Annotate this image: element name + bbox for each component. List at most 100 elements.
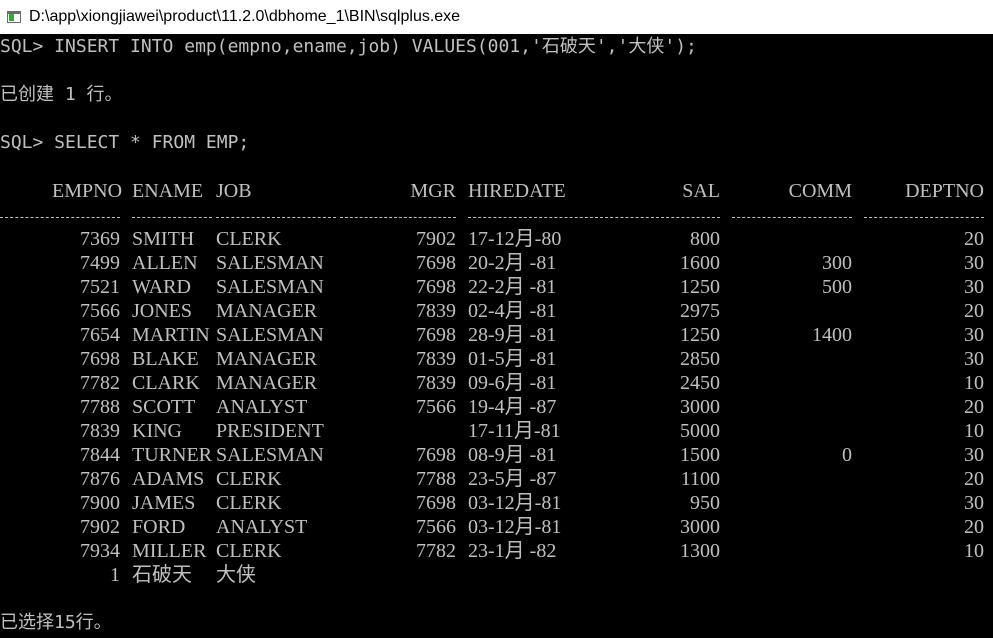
window-title: D:\app\xiongjiawei\product\11.2.0\dbhome… — [29, 8, 461, 25]
table-row: 1 石破天 大侠 — [0, 563, 993, 587]
cell-mgr: 7839 — [416, 300, 456, 322]
cell-empno: 7499 — [80, 252, 120, 274]
cell-empno: 7654 — [80, 324, 120, 346]
cell-hiredate: 20-2月 -81 — [468, 252, 557, 274]
table-row: 7521 WARD SALESMAN 7698 22-2月 -81 1250 500 30 — [0, 275, 993, 299]
table-row: 7839 KING PRESIDENT 17-11月-81 5000 10 — [0, 419, 993, 443]
cell-mgr: 7698 — [416, 252, 456, 274]
cell-empno: 7839 — [80, 420, 120, 442]
header-empno: EMPNO — [52, 180, 123, 202]
cell-deptno: 20 — [964, 300, 984, 322]
cell-job: MANAGER — [216, 300, 318, 322]
cell-empno: 7521 — [80, 276, 120, 298]
cell-deptno: 30 — [964, 324, 984, 346]
cell-ename: SCOTT — [132, 396, 196, 418]
table-row: 7900 JAMES CLERK 7698 03-12月-81 950 30 — [0, 491, 993, 515]
cell-deptno: 30 — [964, 348, 984, 370]
cell-job: CLERK — [216, 492, 282, 514]
separator-mgr — [340, 203, 456, 218]
cell-mgr: 7839 — [416, 348, 456, 370]
cell-hiredate: 03-12月-81 — [468, 492, 562, 514]
cell-ename: MARTIN — [132, 324, 210, 346]
console-output[interactable]: SQL> INSERT INTO emp(empno,ename,job) VA… — [0, 35, 993, 638]
cell-sal: 2850 — [680, 348, 720, 370]
cell-ename: KING — [132, 420, 182, 442]
cell-job: CLERK — [216, 468, 282, 490]
cell-comm: 0 — [842, 444, 852, 466]
table-row: 7369 SMITH CLERK 7902 17-12月-80 800 20 — [0, 227, 993, 251]
cell-job: ANALYST — [216, 516, 308, 538]
table-body: 7369 SMITH CLERK 7902 17-12月-80 800 20 7499 ALLE… — [0, 227, 993, 587]
cell-deptno: 30 — [964, 252, 984, 274]
title-bar[interactable]: D:\app\xiongjiawei\product\11.2.0\dbhome… — [0, 0, 993, 34]
cell-empno: 1 — [110, 564, 120, 586]
cell-sal: 5000 — [680, 420, 720, 442]
cell-sal: 1250 — [680, 276, 720, 298]
cell-ename: BLAKE — [132, 348, 199, 370]
separator-empno — [0, 203, 120, 218]
separator-job — [216, 203, 336, 218]
cell-mgr: 7566 — [416, 516, 456, 538]
cell-empno: 7902 — [80, 516, 120, 538]
cell-mgr: 7698 — [416, 492, 456, 514]
cell-ename: JONES — [132, 300, 193, 322]
header-comm: COMM — [788, 180, 852, 202]
cell-hiredate: 19-4月 -87 — [468, 396, 557, 418]
separator-hiredate — [468, 203, 598, 218]
cell-job: CLERK — [216, 540, 282, 562]
cell-deptno: 30 — [964, 492, 984, 514]
separator-comm — [732, 203, 852, 218]
table-row: 7876 ADAMS CLERK 7788 23-5月 -87 1100 20 — [0, 467, 993, 491]
cell-mgr: 7788 — [416, 468, 456, 490]
cell-hiredate: 22-2月 -81 — [468, 276, 557, 298]
cell-sal: 2450 — [680, 372, 720, 394]
cell-deptno: 20 — [964, 468, 984, 490]
cell-job: ANALYST — [216, 396, 308, 418]
cell-job: SALESMAN — [216, 276, 324, 298]
cell-hiredate: 09-6月 -81 — [468, 372, 557, 394]
separator-ename — [132, 203, 212, 218]
table-row: 7698 BLAKE MANAGER 7839 01-5月 -81 2850 30 — [0, 347, 993, 371]
cell-hiredate: 03-12月-81 — [468, 516, 562, 538]
cell-empno: 7900 — [80, 492, 120, 514]
header-job: JOB — [216, 180, 252, 202]
table-row: 7499 ALLEN SALESMAN 7698 20-2月 -81 1600 300 30 — [0, 251, 993, 275]
cell-empno: 7934 — [80, 540, 120, 562]
cell-job: SALESMAN — [216, 252, 324, 274]
insert-command-line: SQL> INSERT INTO emp(empno,ename,job) VA… — [0, 36, 697, 57]
cell-empno: 7788 — [80, 396, 120, 418]
cell-ename: ALLEN — [132, 252, 198, 274]
cell-ename: CLARK — [132, 372, 200, 394]
cell-hiredate: 17-12月-80 — [468, 228, 562, 250]
cell-ename: ADAMS — [132, 468, 205, 490]
table-row: 7844 TURNER SALESMAN 7698 08-9月 -81 1500 0 30 — [0, 443, 993, 467]
cell-job: CLERK — [216, 228, 282, 250]
select-command-line: SQL> SELECT * FROM EMP; — [0, 132, 250, 153]
cell-comm: 500 — [822, 276, 852, 298]
cell-ename: TURNER — [132, 444, 212, 466]
cell-deptno: 30 — [964, 444, 984, 466]
cell-sal: 2975 — [680, 300, 720, 322]
cell-job: MANAGER — [216, 348, 318, 370]
cell-sal: 1500 — [680, 444, 720, 466]
header-deptno: DEPTNO — [905, 180, 984, 202]
header-sal: SAL — [682, 180, 720, 202]
cell-hiredate: 23-1月 -82 — [468, 540, 557, 562]
cell-job: 大侠 — [216, 564, 256, 586]
table-row: 7566 JONES MANAGER 7839 02-4月 -81 2975 20 — [0, 299, 993, 323]
cell-deptno: 10 — [964, 540, 984, 562]
cell-job: SALESMAN — [216, 324, 324, 346]
row-count-line: 已选择15行。 — [0, 612, 112, 633]
table-row: 7788 SCOTT ANALYST 7566 19-4月 -87 3000 20 — [0, 395, 993, 419]
cell-mgr: 7698 — [416, 276, 456, 298]
cell-hiredate: 28-9月 -81 — [468, 324, 557, 346]
cell-empno: 7876 — [80, 468, 120, 490]
header-ename: ENAME — [132, 180, 204, 202]
cell-mgr: 7698 — [416, 444, 456, 466]
cell-hiredate: 02-4月 -81 — [468, 300, 557, 322]
cell-sal: 1100 — [680, 468, 720, 490]
cell-ename: WARD — [132, 276, 191, 298]
